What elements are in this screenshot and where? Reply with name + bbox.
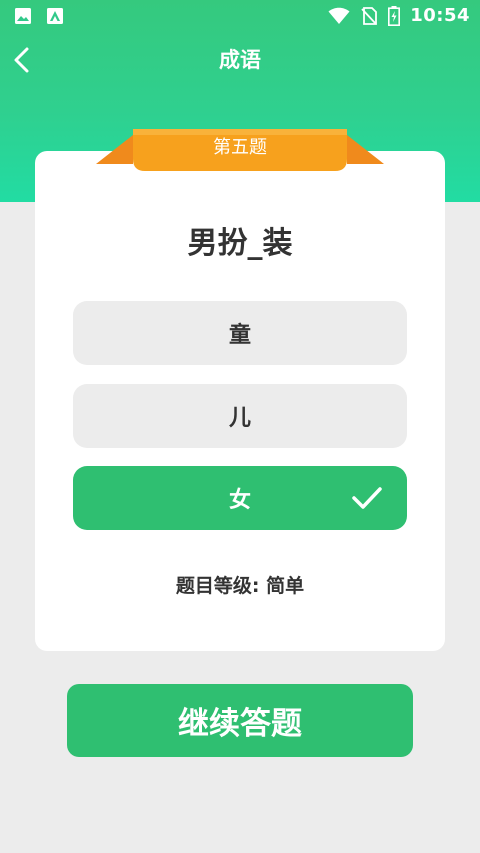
image-icon <box>15 8 31 24</box>
app-notification-icon <box>47 8 63 24</box>
status-bar: 10:54 <box>0 0 480 34</box>
question-text: 男扮_装 <box>187 226 293 261</box>
option-label: 儿 <box>228 406 251 431</box>
option-1[interactable]: 童 <box>73 301 407 365</box>
battery-charging-icon <box>388 5 401 26</box>
difficulty-level: 题目等级: 简单 <box>175 575 305 597</box>
wifi-icon <box>328 7 350 24</box>
question-number-label: 第五题 <box>213 137 267 158</box>
page-title: 成语 <box>219 48 261 72</box>
option-3-correct[interactable]: 女 <box>73 466 407 530</box>
no-sim-icon <box>361 6 378 25</box>
option-label: 童 <box>228 323 251 348</box>
continue-button[interactable]: 继续答题 <box>67 684 413 757</box>
option-2[interactable]: 儿 <box>73 384 407 448</box>
status-time: 10:54 <box>410 5 470 26</box>
option-label: 女 <box>228 488 251 513</box>
check-icon <box>352 487 382 509</box>
nav-bar: 成语 <box>0 34 480 84</box>
